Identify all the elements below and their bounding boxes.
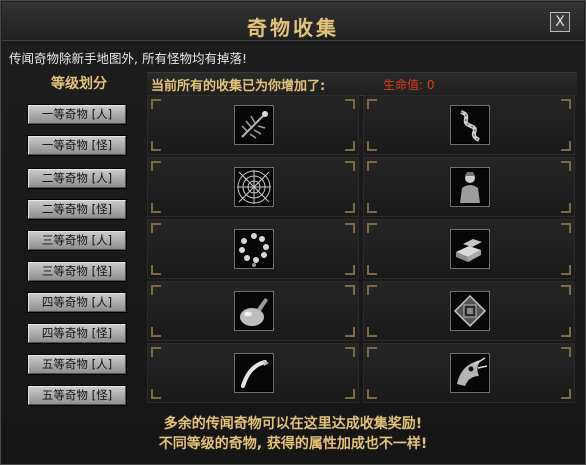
collection-grid [147,95,577,405]
collection-slot[interactable] [147,343,359,403]
collection-slot[interactable] [363,219,575,279]
bonus-header: 当前所有的收集已为你增加了: [151,79,326,94]
collection-slot[interactable] [147,219,359,279]
collection-slot[interactable] [147,281,359,341]
tier5-monster-button[interactable]: 五等奇物 [怪] [28,386,126,405]
cobweb-icon[interactable] [234,167,274,207]
fish-bone-icon[interactable] [234,105,274,145]
scroll-tablet-icon[interactable] [450,291,490,331]
prayer-beads-icon[interactable] [234,229,274,269]
dragon-skull-icon[interactable] [450,353,490,393]
footer-line-1: 多余的传闻奇物可以在这里达成收集奖励! [163,416,423,432]
collection-slot[interactable] [147,95,359,155]
collection-slot[interactable] [363,343,575,403]
tier1-monster-button[interactable]: 一等奇物 [怪] [28,136,126,155]
bonus-header-row: 当前所有的收集已为你增加了: 生命值: 0 [147,72,577,96]
close-button[interactable]: X [550,12,570,32]
tier3-person-button[interactable]: 三等奇物 [人] [28,231,126,250]
tier4-person-button[interactable]: 四等奇物 [人] [28,293,126,312]
tier3-monster-button[interactable]: 三等奇物 [怪] [28,262,126,281]
collection-slot[interactable] [147,157,359,217]
rope-coil-icon[interactable] [450,105,490,145]
potion-gourd-icon[interactable] [234,291,274,331]
tier5-person-button[interactable]: 五等奇物 [人] [28,355,126,374]
collection-slot[interactable] [363,95,575,155]
footer-hint: 多余的传闻奇物可以在这里达成收集奖励! 不同等级的奇物, 获得的属性加成也不一样… [1,414,585,454]
curved-horn-icon[interactable] [234,353,274,393]
warrior-statue-icon[interactable] [450,167,490,207]
tier4-monster-button[interactable]: 四等奇物 [怪] [28,324,126,343]
window-title: 奇物收集 [247,16,339,40]
collection-slot[interactable] [363,157,575,217]
title-bar[interactable]: 奇物收集 X [2,2,584,41]
tier2-person-button[interactable]: 二等奇物 [人] [28,169,126,188]
footer-line-2: 不同等级的奇物, 获得的属性加成也不一样! [158,436,428,452]
collection-slot[interactable] [363,281,575,341]
drop-notice: 传闻奇物除新手地图外, 所有怪物均有掉落! [9,51,247,66]
tier2-monster-button[interactable]: 二等奇物 [怪] [28,200,126,219]
tier1-person-button[interactable]: 一等奇物 [人] [28,105,126,124]
hp-bonus-value: 生命值: 0 [383,78,435,92]
tier-header: 等级划分 [51,76,107,92]
stone-bricks-icon[interactable] [450,229,490,269]
collection-window: 奇物收集 X 传闻奇物除新手地图外, 所有怪物均有掉落! 等级划分 当前所有的收… [0,0,586,465]
